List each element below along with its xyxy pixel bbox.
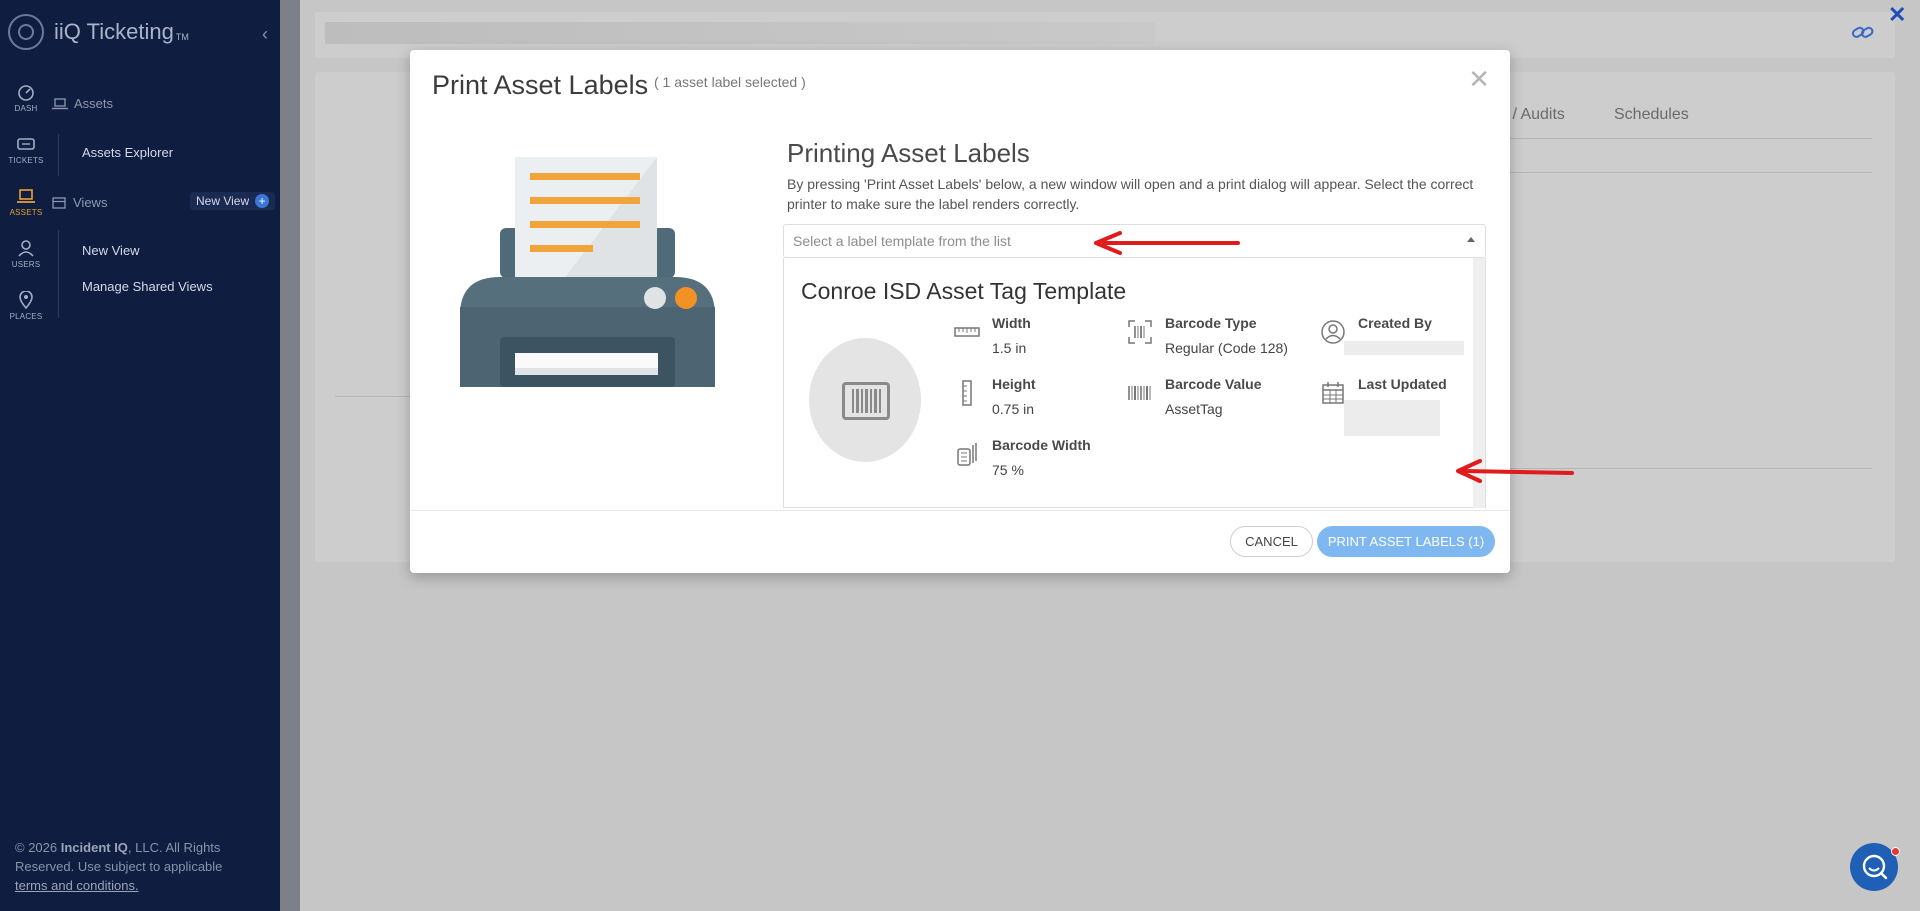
vertical-ruler-icon [962, 380, 972, 406]
barcode-type-value: Regular (Code 128) [1165, 340, 1288, 356]
height-value: 0.75 in [992, 401, 1035, 417]
nav-assets[interactable]: ASSETS [0, 176, 52, 228]
annotation-arrow-icon [1456, 459, 1574, 483]
print-asset-labels-modal: Print Asset Labels ( 1 asset label selec… [410, 50, 1510, 573]
template-name: Conroe ISD Asset Tag Template [801, 278, 1127, 304]
modal-subtitle: ( 1 asset label selected ) [654, 74, 806, 90]
modal-footer: CANCEL PRINT ASSET LABELS (1) [410, 510, 1510, 573]
notification-dot [1891, 847, 1900, 856]
laptop-icon [52, 97, 68, 109]
barcode-type-label: Barcode Type [1165, 315, 1257, 331]
close-panel-icon[interactable]: ✕ [1888, 2, 1906, 28]
width-value: 1.5 in [992, 340, 1027, 356]
barcode-icon [842, 382, 890, 420]
template-thumbnail [809, 338, 921, 462]
collapse-sidebar-chevron-icon[interactable]: ‹ [262, 24, 268, 45]
search-help-icon [1862, 854, 1888, 880]
copyright-prefix: © 2026 [15, 840, 58, 855]
sidebar-item-assets-explorer[interactable]: Assets Explorer [82, 145, 173, 160]
barcode-width-label: Barcode Width [992, 437, 1091, 453]
annotation-arrow-icon [1094, 231, 1240, 255]
new-view-button[interactable]: New View + [190, 192, 276, 210]
select-placeholder: Select a label template from the list [793, 233, 1011, 249]
cancel-button[interactable]: CANCEL [1230, 526, 1313, 557]
brand-name: iiQ Ticketing [54, 19, 174, 44]
caret-up-icon [1467, 237, 1475, 242]
modal-title: Print Asset Labels [432, 70, 649, 100]
tickets-icon [17, 138, 35, 150]
nav-users-label: USERS [11, 260, 41, 269]
barcode-value-value: AssetTag [1165, 401, 1223, 417]
section-divider [1510, 172, 1872, 173]
assets-section-label: Assets [74, 96, 114, 111]
width-label: Width [992, 315, 1031, 331]
tab-schedules[interactable]: Schedules [1614, 106, 1689, 124]
company-name: Incident IQ [60, 840, 128, 855]
barcode-scan-icon [1128, 320, 1152, 344]
template-dropdown-list: Conroe ISD Asset Tag Template Width 1.5 … [783, 258, 1486, 508]
sidebar-edge [280, 0, 300, 911]
section-description: By pressing 'Print Asset Labels' below, … [787, 176, 1474, 212]
barcode-width-icon [957, 443, 977, 466]
printer-illustration-icon [460, 157, 715, 387]
nav-users[interactable]: USERS [0, 228, 52, 280]
nav-assets-label: ASSETS [9, 208, 43, 217]
created-by-value-skeleton [1344, 341, 1464, 355]
terms-link[interactable]: terms and conditions. [15, 878, 139, 893]
height-label: Height [992, 376, 1036, 392]
brand-trademark: TM [175, 32, 189, 42]
plus-icon: + [255, 194, 270, 208]
last-updated-value-skeleton [1344, 400, 1440, 436]
print-asset-labels-button[interactable]: PRINT ASSET LABELS (1) [1317, 526, 1495, 557]
tab-divider [1510, 138, 1872, 139]
rail-divider [58, 230, 59, 318]
link-icon[interactable] [1851, 24, 1875, 42]
nav-places-label: PLACES [9, 312, 43, 321]
laptop-icon [17, 189, 35, 203]
last-updated-label: Last Updated [1358, 376, 1447, 392]
nav-places[interactable]: PLACES [0, 280, 52, 332]
user-circle-icon [1321, 320, 1345, 344]
close-icon[interactable]: ✕ [1468, 66, 1490, 92]
nav-dash-label: DASH [14, 104, 38, 113]
ruler-icon [954, 327, 980, 337]
sidebar-item-new-view[interactable]: New View [82, 243, 140, 258]
brand[interactable]: iiQ Ticketing TM [8, 14, 189, 50]
views-icon [52, 196, 66, 209]
nav-tickets[interactable]: TICKETS [0, 124, 52, 176]
nav-dash[interactable]: DASH [0, 72, 52, 124]
iiq-logo-icon [8, 14, 44, 50]
user-icon [18, 240, 34, 257]
views-section-label: Views [73, 195, 108, 210]
calendar-icon [1322, 382, 1344, 404]
sidebar: iiQ Ticketing TM ‹ DASH TICKETS ASSETS U… [0, 0, 280, 911]
nav-rail: DASH TICKETS ASSETS USERS PLACES [0, 72, 52, 332]
map-pin-icon [19, 291, 33, 309]
rail-divider [58, 134, 59, 176]
template-option[interactable]: Conroe ISD Asset Tag Template Width 1.5 … [784, 258, 1474, 506]
section-title: Printing Asset Labels [787, 138, 1030, 168]
sidebar-item-manage-shared-views[interactable]: Manage Shared Views [82, 279, 213, 294]
assets-section-header: Assets [52, 96, 113, 111]
views-section-header: Views [52, 195, 107, 210]
section-divider [335, 396, 415, 397]
loading-skeleton [325, 22, 1155, 44]
dashboard-icon [18, 85, 34, 101]
created-by-label: Created By [1358, 315, 1432, 331]
new-view-button-label: New View [196, 194, 250, 208]
barcode-width-value: 75 % [992, 462, 1024, 478]
barcode-value-label: Barcode Value [1165, 376, 1262, 392]
nav-tickets-label: TICKETS [8, 156, 44, 165]
barcode-icon [1128, 386, 1151, 400]
sidebar-footer: © 2026 Incident IQ, LLC. All Rights Rese… [15, 838, 255, 895]
